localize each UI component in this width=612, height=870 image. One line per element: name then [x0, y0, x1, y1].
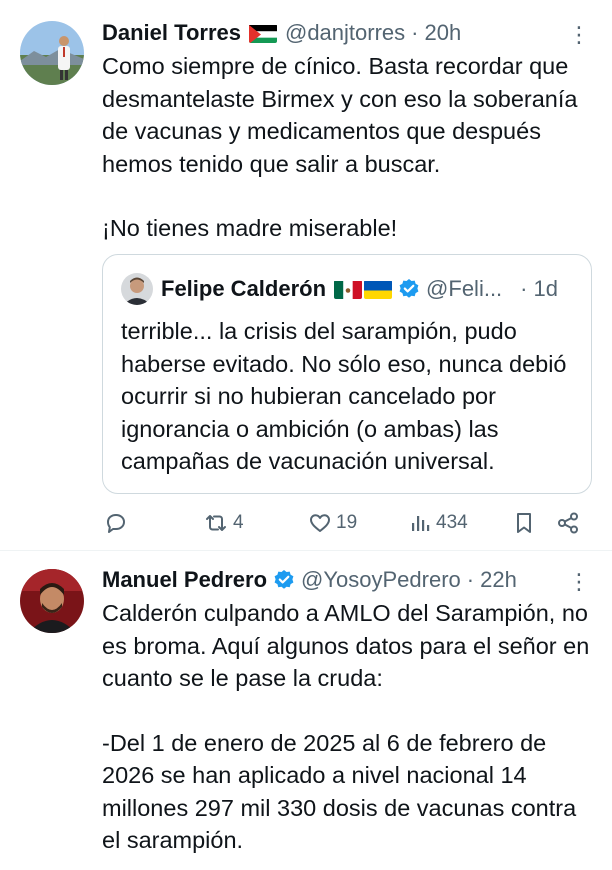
tweet-manuel-pedrero[interactable]: Manuel Pedrero @YosoyPedrero · 22h ⋮ Cal…: [0, 551, 612, 870]
tweet-daniel-torres[interactable]: Daniel Torres @danjtorres · 20h ⋮ Como s…: [0, 0, 612, 550]
reply-icon: [107, 514, 125, 533]
tweet-header: Manuel Pedrero @YosoyPedrero · 22h: [102, 565, 592, 595]
tweet-text: Como siempre de cínico. Basta recordar q…: [102, 50, 594, 245]
author-handle[interactable]: @YosoyPedrero: [301, 567, 461, 593]
author-name[interactable]: Manuel Pedrero: [102, 567, 267, 593]
retweet-icon: [206, 515, 226, 531]
quoted-tweet-header: Felipe Calderón @Feli... · 1d: [121, 273, 575, 305]
mexico-flag-icon: [334, 280, 363, 299]
separator-dot: ·: [411, 20, 419, 45]
bookmark-button[interactable]: [512, 508, 536, 538]
quoted-author-handle[interactable]: @Feli...: [426, 276, 502, 302]
avatar[interactable]: [20, 21, 84, 85]
retweet-button[interactable]: 4: [203, 508, 244, 538]
tweet-header: Daniel Torres @danjtorres · 20h: [102, 18, 592, 48]
views-chart-icon: [412, 516, 430, 531]
tweet-timestamp[interactable]: 22h: [480, 567, 517, 593]
views-button[interactable]: 434: [408, 508, 468, 538]
like-button[interactable]: 19: [308, 508, 357, 538]
avatar[interactable]: [20, 569, 84, 633]
like-count: 19: [336, 512, 358, 533]
quoted-tweet-text: terrible... la crisis del sarampión, pud…: [121, 318, 567, 474]
share-button[interactable]: [556, 508, 580, 538]
tweet-text-paragraph: ¡No tienes madre miserable!: [102, 215, 398, 241]
tweet-text: Calderón culpando a AMLO del Sarampión, …: [102, 597, 594, 857]
verified-badge-icon: [273, 569, 295, 591]
view-count: 434: [436, 512, 468, 533]
tweet-text-paragraph: Calderón culpando a AMLO del Sarampión, …: [102, 600, 590, 691]
tweet-timestamp[interactable]: 20h: [424, 20, 461, 46]
ukraine-flag-icon: [364, 280, 393, 299]
verified-badge-icon: [398, 278, 420, 300]
reply-button[interactable]: [104, 508, 132, 538]
quoted-avatar[interactable]: [121, 273, 153, 305]
more-options-icon[interactable]: ⋮: [568, 571, 590, 593]
separator-dot: ·: [466, 567, 475, 592]
separator-dot: ·: [520, 276, 528, 301]
heart-icon: [310, 514, 330, 532]
more-options-icon[interactable]: ⋮: [568, 24, 590, 46]
retweet-count: 4: [233, 512, 244, 533]
tweet-text-paragraph: -Del 1 de enero de 2025 al 6 de febrero …: [102, 729, 577, 854]
quoted-author-name[interactable]: Felipe Calderón: [161, 276, 326, 302]
author-name[interactable]: Daniel Torres: [102, 20, 241, 46]
tweet-text-paragraph: Como siempre de cínico. Basta recordar q…: [102, 53, 578, 177]
tweet-actions: 4 19 434: [100, 508, 592, 538]
palestine-flag-icon: [248, 24, 277, 43]
share-icon: [558, 512, 578, 534]
bookmark-icon: [517, 513, 531, 533]
author-handle[interactable]: @danjtorres: [285, 20, 405, 46]
quoted-tweet[interactable]: Felipe Calderón @Feli... · 1d terrible..…: [102, 254, 592, 494]
quoted-timestamp[interactable]: 1d: [534, 276, 558, 302]
